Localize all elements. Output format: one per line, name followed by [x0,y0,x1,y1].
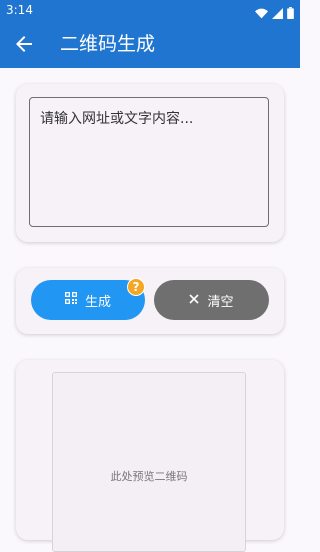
help-badge[interactable]: ? [127,278,145,296]
input-card [16,84,284,242]
content-input-container[interactable] [29,97,269,227]
close-icon [189,293,200,308]
page-title: 二维码生成 [60,33,156,55]
actions-card: 生成 ? 清空 [16,268,284,334]
status-time: 3:14 [6,3,33,17]
preview-placeholder-text: 此处预览二维码 [110,470,188,483]
generate-button-label: 生成 [84,294,111,310]
content-input[interactable] [30,98,268,226]
preview-card: 此处预览二维码 [16,360,284,552]
qr-code-icon [64,292,77,308]
clear-button[interactable]: 清空 [154,280,269,320]
back-arrow-icon[interactable] [12,32,36,56]
app-bar: 二维码生成 [0,20,300,68]
status-bar: 3:14 [0,0,300,20]
qr-preview-area: 此处预览二维码 [52,372,246,552]
clear-button-label: 清空 [207,294,234,310]
